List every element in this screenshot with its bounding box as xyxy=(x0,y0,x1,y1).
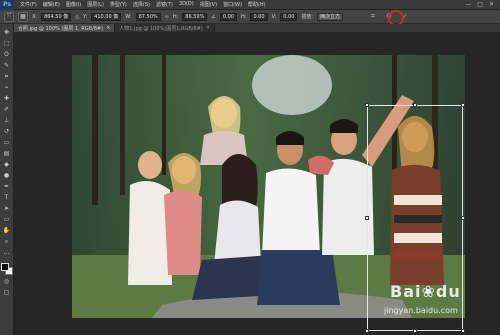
maximize-button[interactable]: □ xyxy=(477,1,483,8)
type-tool-icon[interactable]: T xyxy=(2,193,12,202)
transform-handle[interactable] xyxy=(461,329,465,333)
more-tools-icon[interactable]: … xyxy=(2,248,12,257)
x-field[interactable]: 864.50 像 xyxy=(41,12,72,21)
foreground-color-swatch[interactable] xyxy=(0,263,9,271)
blur-tool-icon[interactable]: ◆ xyxy=(2,160,12,169)
menu-items: 文件(F) 编辑(E) 图像(I) 图层(L) 类型(Y) 选择(S) 滤镜(T… xyxy=(20,1,266,8)
v-skew-field[interactable]: 0.00 xyxy=(280,12,298,21)
baidu-watermark: Bai❀du xyxy=(390,282,461,301)
reference-point-icon[interactable]: ▦ xyxy=(18,11,28,22)
w-label: W: xyxy=(125,13,132,20)
menu-filter[interactable]: 滤镜(T) xyxy=(156,1,173,8)
v-label: V: xyxy=(271,13,277,20)
y-field[interactable]: 410.00 像 xyxy=(91,12,122,21)
menu-edit[interactable]: 编辑(E) xyxy=(43,1,60,8)
shape-tool-icon[interactable]: ▭ xyxy=(2,215,12,224)
menu-file[interactable]: 文件(F) xyxy=(20,1,37,8)
angle-field[interactable]: 0.00 xyxy=(219,12,237,21)
quick-mask-icon[interactable]: ◎ xyxy=(2,277,12,286)
delta-icon[interactable]: △ xyxy=(75,14,79,20)
tab-label: 合照.jpg @ 100% (图层 1, RGB/8#) xyxy=(18,25,104,32)
menu-type[interactable]: 类型(Y) xyxy=(110,1,127,8)
screen-mode-icon[interactable]: ▢ xyxy=(2,288,12,297)
brush-tool-icon[interactable]: ✐ xyxy=(2,105,12,114)
interpolation-select[interactable]: 两次立方 xyxy=(317,12,344,21)
tab-label: 人物1.jpg @ 100%(图层1,RGB/8#) xyxy=(119,25,203,32)
options-bar: ⤧ ▦ X: 864.50 像 △ Y: 410.00 像 W: 87.50% … xyxy=(0,10,500,26)
transform-handle[interactable] xyxy=(413,329,417,333)
menu-layer[interactable]: 图层(L) xyxy=(87,1,104,8)
paw-icon: ❀ xyxy=(421,282,436,301)
gradient-tool-icon[interactable]: ▤ xyxy=(2,149,12,158)
history-brush-tool-icon[interactable]: ↺ xyxy=(2,127,12,136)
interpolation-label: 插值: xyxy=(301,14,314,20)
link-icon[interactable]: ∞ xyxy=(165,14,169,20)
watermark-brand-suffix: du xyxy=(435,282,461,301)
transform-handle[interactable] xyxy=(365,329,369,333)
menu-window[interactable]: 窗口(W) xyxy=(223,1,242,8)
photoshop-logo: Ps xyxy=(0,0,14,10)
transform-handle[interactable] xyxy=(461,103,465,107)
tab-close-icon[interactable]: × xyxy=(206,25,210,31)
width-field[interactable]: 87.50% xyxy=(135,12,161,21)
menu-help[interactable]: 帮助(H) xyxy=(248,1,266,8)
tab-group-photo[interactable]: 合照.jpg @ 100% (图层 1, RGB/8#) × xyxy=(14,24,116,32)
x-label: X: xyxy=(32,13,38,20)
window-controls: — □ ✕ xyxy=(465,1,500,8)
menu-image[interactable]: 图像(I) xyxy=(66,1,81,8)
menu-view[interactable]: 视图(V) xyxy=(200,1,217,8)
quick-select-tool-icon[interactable]: ✎ xyxy=(2,61,12,70)
zoom-tool-icon[interactable]: ⌕ xyxy=(2,237,12,246)
transform-handle[interactable] xyxy=(365,216,369,220)
pen-tool-icon[interactable]: ✒ xyxy=(2,182,12,191)
dodge-tool-icon[interactable]: ● xyxy=(2,171,12,180)
transform-handle[interactable] xyxy=(461,216,465,220)
menu-3d[interactable]: 3D(D) xyxy=(179,1,194,8)
document-tabs: 合照.jpg @ 100% (图层 1, RGB/8#) × 人物1.jpg @… xyxy=(14,24,500,33)
menu-select[interactable]: 选择(S) xyxy=(133,1,150,8)
path-select-tool-icon[interactable]: ➤ xyxy=(2,204,12,213)
close-button[interactable]: ✕ xyxy=(489,1,494,8)
height-field[interactable]: 86.59% xyxy=(182,12,208,21)
toolbox: ✥ ⬚ ʘ ✎ ⌗ ⌁ ✚ ✐ ⊥ ↺ ▭ ▤ ◆ ● ✒ T ➤ ▭ ✋ ⌕ … xyxy=(0,24,14,335)
eyedropper-tool-icon[interactable]: ⌁ xyxy=(2,83,12,92)
marquee-tool-icon[interactable]: ⬚ xyxy=(2,39,12,48)
move-tool-icon[interactable]: ✥ xyxy=(2,28,12,37)
hand-tool-icon[interactable]: ✋ xyxy=(2,226,12,235)
menu-bar: Ps 文件(F) 编辑(E) 图像(I) 图层(L) 类型(Y) 选择(S) 滤… xyxy=(0,0,500,10)
minimize-button[interactable]: — xyxy=(465,1,471,8)
warp-icon[interactable]: ⌗ xyxy=(368,11,378,21)
rotate-icon: ∠ xyxy=(211,13,216,20)
color-swatches[interactable] xyxy=(0,263,13,275)
crop-tool-icon[interactable]: ⌗ xyxy=(2,72,12,81)
transform-handle[interactable] xyxy=(413,103,417,107)
healing-tool-icon[interactable]: ✚ xyxy=(2,94,12,103)
h-skew-field[interactable]: 0.00 xyxy=(250,12,268,21)
tab-close-icon[interactable]: × xyxy=(106,25,110,31)
h-label: H: xyxy=(172,13,179,20)
watermark-url: jingyan.baidu.com xyxy=(384,306,458,315)
lasso-tool-icon[interactable]: ʘ xyxy=(2,50,12,59)
transform-tool-icon[interactable]: ⤧ xyxy=(4,11,14,22)
clone-stamp-tool-icon[interactable]: ⊥ xyxy=(2,116,12,125)
watermark-brand: Bai xyxy=(390,282,422,301)
eraser-tool-icon[interactable]: ▭ xyxy=(2,138,12,147)
y-label: Y: xyxy=(83,13,88,20)
transform-handle[interactable] xyxy=(365,103,369,107)
h-skew-label: H: xyxy=(241,13,247,20)
tab-person1[interactable]: 人物1.jpg @ 100%(图层1,RGB/8#) × xyxy=(115,24,215,32)
